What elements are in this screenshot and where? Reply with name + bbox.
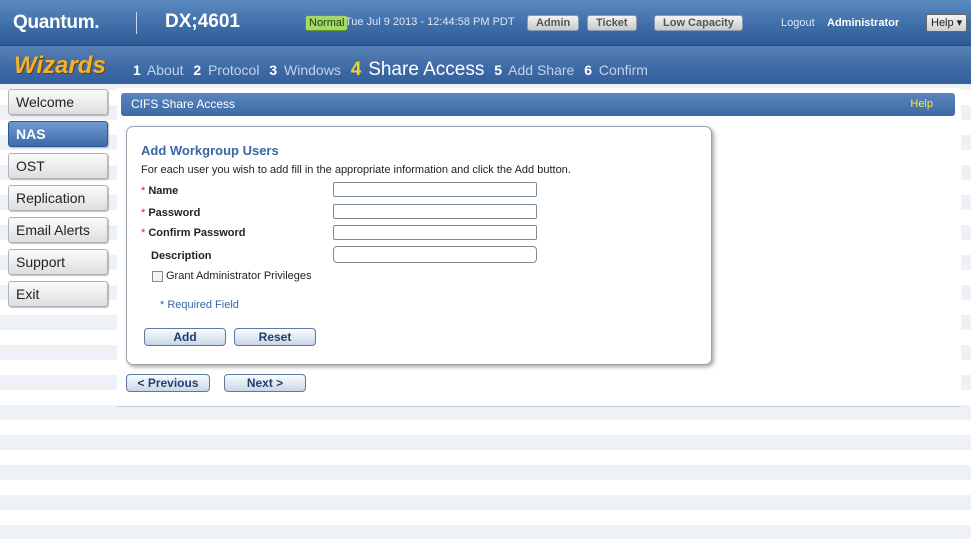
nav-item-support[interactable]: Support xyxy=(8,249,108,275)
top-header: Quantum. DX;4601 Normal Tue Jul 9 2013 -… xyxy=(0,0,971,46)
system-model: DX;4601 xyxy=(165,11,240,32)
system-datetime: Tue Jul 9 2013 - 12:44:58 PM PDT xyxy=(345,16,515,28)
section-title: CIFS Share Access xyxy=(131,97,236,111)
section-header: CIFS Share Access Help xyxy=(121,93,955,116)
password-label: * Password xyxy=(141,207,201,219)
confirm-password-field[interactable] xyxy=(333,225,537,240)
wizard-bar: Wizards 1 About 2 Protocol 3 Windows 4 S… xyxy=(0,46,971,84)
required-field-note: * Required Field xyxy=(160,299,239,311)
wizard-steps: 1 About 2 Protocol 3 Windows 4 Share Acc… xyxy=(133,59,654,81)
quantum-logo: Quantum. xyxy=(13,12,100,33)
wizard-step-confirm[interactable]: 6 Confirm xyxy=(584,62,651,78)
nav-item-nas[interactable]: NAS xyxy=(8,121,108,147)
grant-admin-checkbox[interactable] xyxy=(152,271,163,282)
form-title: Add Workgroup Users xyxy=(141,143,279,158)
name-label: * Name xyxy=(141,185,179,197)
wizard-step-add-share[interactable]: 5 Add Share xyxy=(494,62,577,78)
grant-admin-label: Grant Administrator Privileges xyxy=(166,270,312,282)
status-badge[interactable]: Normal xyxy=(305,15,349,31)
wizard-step-protocol[interactable]: 2 Protocol xyxy=(193,62,262,78)
next-button[interactable]: Next > xyxy=(224,374,306,392)
description-field[interactable] xyxy=(333,246,537,263)
left-nav: Welcome NAS OST Replication Email Alerts… xyxy=(8,89,108,313)
wizard-step-share-access[interactable]: 4 Share Access xyxy=(351,59,488,80)
help-link[interactable]: Help xyxy=(910,93,933,116)
help-menu-button[interactable]: Help ▾ xyxy=(926,14,968,32)
header-divider xyxy=(136,12,137,34)
wizard-step-about[interactable]: 1 About xyxy=(133,62,187,78)
add-workgroup-users-form: Add Workgroup Users For each user you wi… xyxy=(126,126,712,365)
wizard-step-windows[interactable]: 3 Windows xyxy=(269,62,343,78)
logout-link[interactable]: Logout xyxy=(781,17,815,29)
low-capacity-button[interactable]: Low Capacity xyxy=(654,15,743,31)
add-button[interactable]: Add xyxy=(144,328,226,346)
nav-item-email-alerts[interactable]: Email Alerts xyxy=(8,217,108,243)
nav-item-replication[interactable]: Replication xyxy=(8,185,108,211)
nav-item-welcome[interactable]: Welcome xyxy=(8,89,108,115)
wizards-logo: Wizards xyxy=(14,52,106,79)
ticket-button[interactable]: Ticket xyxy=(587,15,637,31)
reset-button[interactable]: Reset xyxy=(234,328,316,346)
name-field[interactable] xyxy=(333,182,537,197)
admin-button[interactable]: Admin xyxy=(527,15,580,31)
confirm-password-label: * Confirm Password xyxy=(141,227,246,239)
nav-item-ost[interactable]: OST xyxy=(8,153,108,179)
previous-button[interactable]: < Previous xyxy=(126,374,210,392)
main-panel: CIFS Share Access Help Add Workgroup Use… xyxy=(117,88,961,407)
password-field[interactable] xyxy=(333,204,537,219)
form-description: For each user you wish to add fill in th… xyxy=(141,164,571,176)
description-label: Description xyxy=(151,250,212,262)
nav-item-exit[interactable]: Exit xyxy=(8,281,108,307)
current-user: Administrator xyxy=(827,17,900,29)
